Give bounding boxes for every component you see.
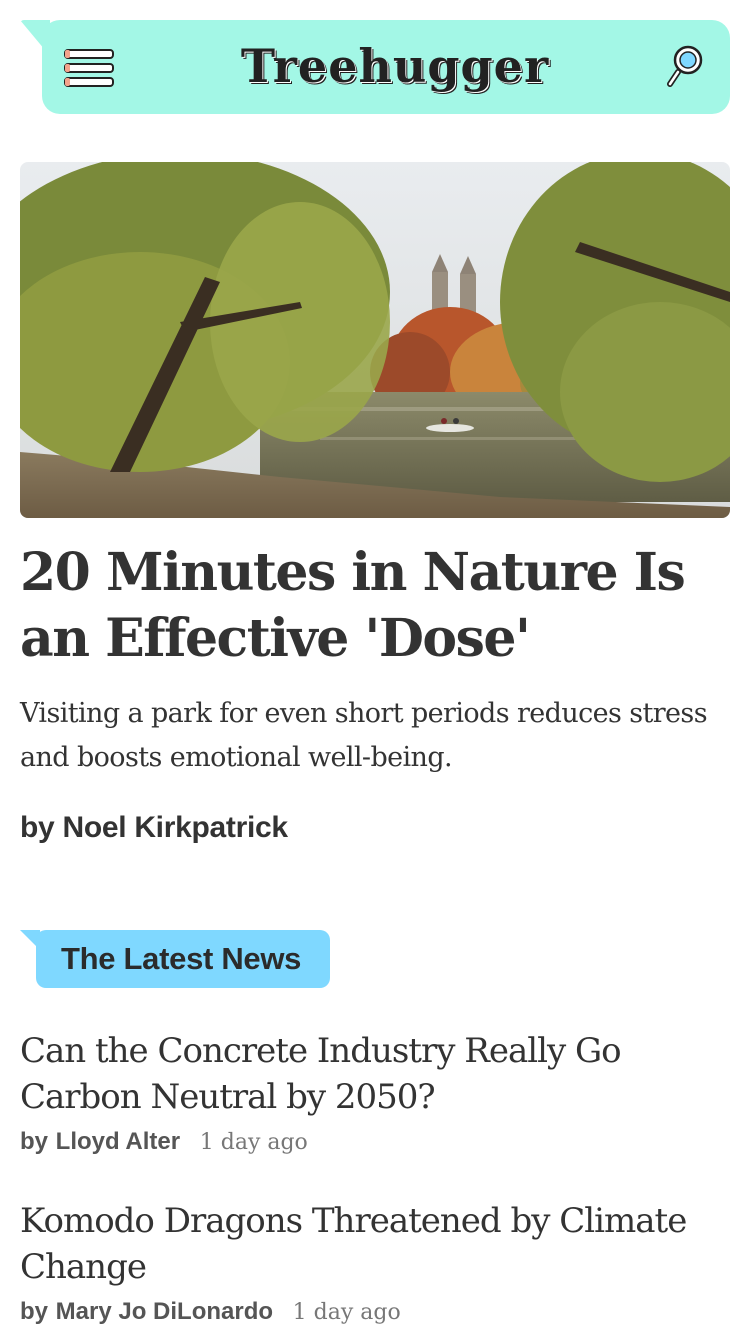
hero-article-title[interactable]: 20 Minutes in Nature Is an Effective 'Do… [20, 540, 720, 672]
list-item: Komodo Dragons Threatened by Climate Cha… [20, 1198, 730, 1330]
hero-article-summary: Visiting a park for even short periods r… [20, 698, 708, 773]
site-header: Treehugger [42, 20, 730, 114]
hero-image[interactable] [20, 162, 730, 518]
hero-byline: by Noel Kirkpatrick [20, 808, 620, 848]
search-icon[interactable] [666, 44, 706, 88]
hero-author-link[interactable]: Noel Kirkpatrick [62, 811, 288, 844]
site-logo[interactable]: Treehugger [232, 38, 558, 94]
news-item-author-link[interactable]: Mary Jo DiLonardo [56, 1298, 273, 1325]
news-item-meta: by Lloyd Alter 1 day ago [20, 1124, 730, 1160]
news-item-byline-prefix: by [20, 1128, 49, 1155]
news-item-meta: by Mary Jo DiLonardo 1 day ago [20, 1294, 730, 1330]
news-item-timestamp: 1 day ago [292, 1300, 401, 1325]
news-item-timestamp: 1 day ago [199, 1130, 308, 1155]
news-item-title[interactable]: Can the Concrete Industry Really Go Carb… [20, 1028, 730, 1120]
news-item-byline-prefix: by [20, 1298, 49, 1325]
byline-prefix: by [20, 811, 55, 844]
hamburger-menu-icon[interactable] [64, 48, 114, 88]
list-item: Can the Concrete Industry Really Go Carb… [20, 1028, 730, 1160]
news-item-title[interactable]: Komodo Dragons Threatened by Climate Cha… [20, 1198, 730, 1290]
news-item-author-link[interactable]: Lloyd Alter [56, 1128, 180, 1155]
latest-news-heading: The Latest News [36, 930, 330, 988]
